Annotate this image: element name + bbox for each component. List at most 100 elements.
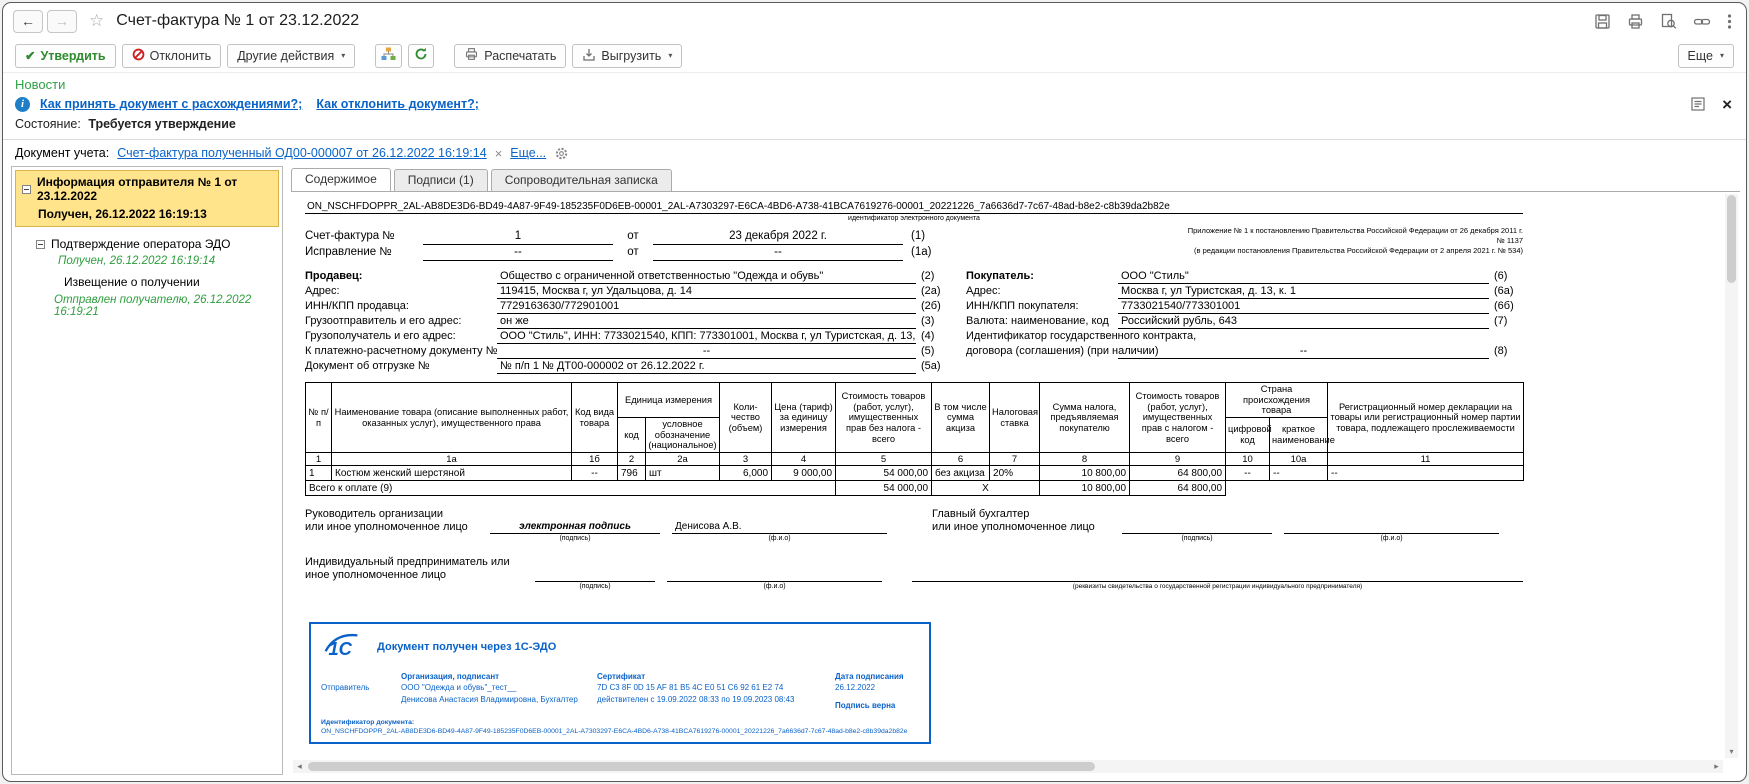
clear-doc-button[interactable]: × (495, 146, 503, 161)
signatures-section: Руководитель организации или иное уполном… (305, 508, 1523, 592)
titlebar: ← → ☆ Счет-фактура № 1 от 23.12.2022 (3, 3, 1746, 39)
reject-icon (132, 48, 145, 64)
scroll-left-button[interactable]: ◂ (293, 760, 306, 773)
news-header[interactable]: Новости (15, 77, 65, 92)
parties-section: Продавец: Общество с ограниченной ответст… (305, 269, 1523, 374)
news-list-icon[interactable] (1690, 96, 1706, 112)
print-document-button[interactable]: Распечатать (454, 43, 567, 68)
accounting-doc-label: Документ учета: (15, 146, 110, 160)
document-panel: Содержимое Подписи (1) Сопроводительная … (291, 166, 1740, 775)
vertical-scrollbar-thumb[interactable] (1727, 195, 1736, 283)
tree-item-title: Извещение о получении (64, 275, 200, 289)
tree-item-operator-confirmation[interactable]: Подтверждение оператора ЭДО Получен, 26.… (12, 230, 282, 267)
stamp-signer: Денисова Анастасия Владимировна, Бухгалт… (401, 694, 578, 704)
refresh-icon (414, 47, 428, 64)
forward-button[interactable]: → (47, 9, 77, 33)
head-name: Денисова А.В. (672, 520, 887, 535)
horizontal-scrollbar-thumb[interactable] (308, 762, 1095, 771)
collapse-icon[interactable] (36, 239, 45, 249)
tree-item-receipt-notice[interactable]: Извещение о получении (12, 267, 282, 289)
stamp-sender-label: Отправитель (321, 683, 370, 693)
horizontal-scrollbar[interactable]: ◂ ▸ (293, 760, 1723, 773)
tab-signatures[interactable]: Подписи (1) (393, 169, 488, 191)
item-row: 1 Костюм женский шерстяной -- 796 шт 6,0… (305, 465, 1525, 482)
invoice-date: 23 декабря 2022 г. (653, 229, 903, 245)
page-title: Счет-фактура № 1 от 23.12.2022 (116, 12, 360, 29)
chevron-down-icon: ▾ (1719, 51, 1724, 60)
edo-stamp: 1С Документ получен через 1С-ЭДО Отправи… (309, 622, 931, 745)
forward-icon: → (55, 13, 69, 29)
main-area: Информация отправителя № 1 от 23.12.2022… (11, 166, 1740, 775)
tab-content[interactable]: Содержимое (291, 168, 391, 192)
news-link-accept[interactable]: Как принять документ с расхождениями?; (40, 97, 302, 111)
items-table: № п/п Наименование товара (описание выпо… (305, 381, 1525, 497)
scroll-down-button[interactable]: ▾ (1725, 745, 1738, 758)
printer-icon (464, 47, 479, 64)
save-icon[interactable] (1594, 13, 1611, 30)
stamp-sign-date: 26.12.2022 (835, 683, 876, 693)
stamp-cert-validity: действителен с 19.09.2022 08:33 по 19.09… (597, 694, 795, 704)
back-button[interactable]: ← (13, 9, 43, 33)
refresh-button[interactable] (408, 43, 435, 68)
info-icon: i (15, 96, 30, 112)
state-value: Требуется утверждение (88, 117, 236, 131)
buyer-block: Покупатель: ООО "Стиль" (6) Адрес: Москва г… (966, 270, 1514, 359)
link-icon[interactable] (1693, 13, 1711, 30)
doc-identifier-caption: идентификатор электронного документа (848, 215, 980, 222)
electronic-signature: электронная подпись (490, 520, 660, 535)
svg-text:1С: 1С (328, 638, 352, 658)
invoice-document: ON_NSCHFDOPPR_2AL-AB8DE3D6-BD49-4A87-9F4… (305, 200, 1533, 745)
stamp-valid-label: Подпись верна (835, 700, 896, 710)
chevron-down-icon: ▾ (341, 51, 346, 60)
print-icon[interactable] (1627, 13, 1644, 30)
accounting-doc-line: Документ учета: Счет-фактура полученный … (3, 140, 1746, 166)
other-actions-button[interactable]: Другие действия ▾ (227, 43, 356, 68)
toolbar: ✔ Утвердить Отклонить Другие действия ▾ Р… (3, 39, 1746, 73)
1c-logo: 1С (321, 631, 361, 663)
tree-item-status: Получен, 26.12.2022 16:19:14 (58, 255, 216, 267)
column-numbering-row: 1 1а 1б 2 2а 3 456 789 10 10а 11 (305, 452, 1525, 467)
back-icon: ← (21, 13, 35, 29)
tree-item-status: Получен, 26.12.2022 16:19:13 (38, 207, 207, 221)
favorite-star-icon[interactable]: ☆ (89, 11, 104, 31)
stamp-doc-id: ON_NSCHFDOPPR_2AL-AB8DE3D6-BD49-4A87-9F4… (321, 727, 908, 735)
stamp-title: Документ получен через 1С-ЭДО (377, 641, 557, 654)
seller-block: Продавец: Общество с ограниченной ответст… (305, 270, 941, 374)
state-line: Состояние: Требуется утверждение (3, 115, 1746, 135)
news-link-reject[interactable]: Как отклонить документ?; (316, 97, 479, 111)
doc-identifier: ON_NSCHFDOPPR_2AL-AB8DE3D6-BD49-4A87-9F4… (305, 200, 1523, 214)
collapse-icon[interactable] (22, 184, 31, 194)
edo-structure-icon (381, 47, 396, 64)
tree-item-status: Отправлен получателю, 26.12.2022 16:19:2… (54, 294, 252, 318)
app-window: ← → ☆ Счет-фактура № 1 от 23.12.2022 ✔ У… (2, 2, 1747, 782)
export-icon (582, 48, 596, 64)
preview-icon[interactable] (1660, 13, 1677, 30)
accounting-doc-link[interactable]: Счет-фактура полученный ОД00-000007 от 2… (117, 146, 486, 160)
document-tree: Информация отправителя № 1 от 23.12.2022… (11, 166, 283, 775)
more-menu-icon[interactable] (1727, 13, 1732, 30)
scroll-right-button[interactable]: ▸ (1710, 760, 1723, 773)
stamp-org-name: ООО "Одежда и обувь"_тест__ (401, 683, 517, 693)
news-banner: i Как принять документ с расхождениями?;… (3, 93, 1746, 115)
chevron-down-icon: ▾ (668, 51, 673, 60)
close-news-button[interactable]: × (1722, 96, 1732, 113)
tree-item-title: Информация отправителя № 1 от 23.12.2022 (37, 175, 238, 203)
tree-item-sender-info[interactable]: Информация отправителя № 1 от 23.12.2022… (15, 170, 279, 227)
total-row: Всего к оплате (9) 54 000,00 X 10 800,00… (305, 480, 1524, 497)
news-section: Новости (3, 73, 1746, 93)
approve-button[interactable]: ✔ Утвердить (15, 43, 116, 68)
gear-icon[interactable] (554, 146, 569, 161)
edo-structure-button[interactable] (375, 43, 403, 68)
tab-cover-note[interactable]: Сопроводительная записка (490, 169, 672, 191)
doc-more-link[interactable]: Еще... (510, 146, 546, 160)
approve-check-icon: ✔ (25, 49, 36, 63)
state-label: Состояние: (15, 117, 81, 131)
document-view: ON_NSCHFDOPPR_2AL-AB8DE3D6-BD49-4A87-9F4… (291, 191, 1740, 775)
invoice-number: 1 (423, 229, 613, 245)
export-button[interactable]: Выгрузить ▾ (572, 43, 683, 68)
regulation-note: Приложение № 1 к постановлению Правитель… (1187, 226, 1523, 255)
vertical-scrollbar[interactable]: ▾ (1725, 194, 1738, 758)
more-button[interactable]: Еще ▾ (1677, 43, 1734, 68)
reject-button[interactable]: Отклонить (121, 43, 222, 68)
tree-item-title: Подтверждение оператора ЭДО (51, 237, 231, 251)
